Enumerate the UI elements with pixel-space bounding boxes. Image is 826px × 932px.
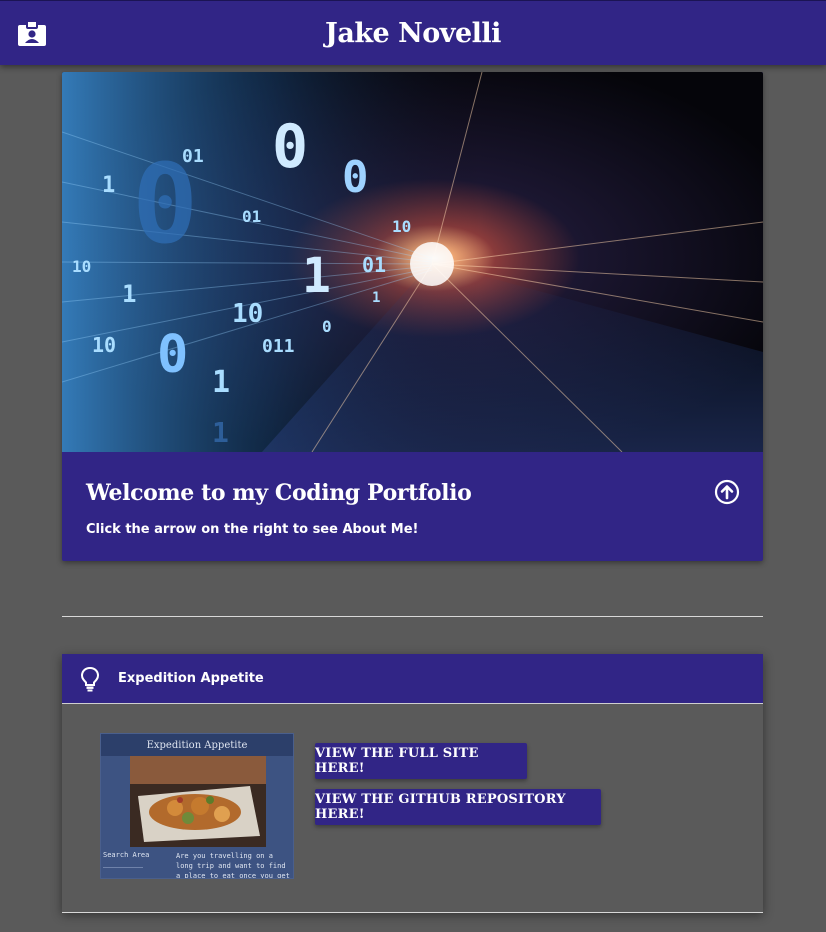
svg-text:1: 1 (212, 365, 230, 400)
svg-text:1: 1 (122, 280, 136, 308)
svg-text:1: 1 (372, 290, 380, 306)
hero-image: 0 0 0 1 0 1 1 1 10 01 01 10 10 011 0 10 … (62, 72, 763, 452)
svg-text:0: 0 (322, 317, 332, 336)
svg-text:0: 0 (342, 152, 369, 203)
lightbulb-icon (80, 666, 100, 691)
project-header[interactable]: Expedition Appetite (62, 654, 763, 704)
project-title: Expedition Appetite (118, 671, 264, 686)
project-thumbnail[interactable]: Expedition Appetite Search Area Are you … (100, 733, 294, 879)
svg-text:0: 0 (272, 112, 308, 182)
svg-text:01: 01 (182, 146, 204, 167)
svg-text:0: 0 (157, 325, 188, 385)
hero-card: 0 0 0 1 0 1 1 1 10 01 01 10 10 011 0 10 … (62, 72, 763, 561)
svg-text:011: 011 (262, 336, 295, 357)
hero-subtitle: Click the arrow on the right to see Abou… (86, 522, 419, 537)
hero-body: Welcome to my Coding Portfolio Click the… (62, 452, 763, 561)
app-header: Jake Novelli (0, 0, 826, 65)
svg-text:1: 1 (302, 248, 331, 304)
svg-text:01: 01 (242, 207, 261, 226)
thumbnail-title: Expedition Appetite (101, 734, 293, 756)
id-badge-icon[interactable] (16, 20, 48, 48)
svg-text:10: 10 (72, 257, 91, 276)
svg-text:1: 1 (212, 416, 229, 449)
view-site-button[interactable]: View the full site here! (315, 743, 527, 779)
page-title: Jake Novelli (325, 17, 501, 49)
project-card: Expedition Appetite Expedition Appetite … (62, 654, 763, 912)
food-photo (130, 756, 266, 847)
section-divider (62, 616, 763, 617)
svg-text:10: 10 (232, 299, 263, 329)
hero-title: Welcome to my Coding Portfolio (86, 480, 472, 506)
thumbnail-search: Search Area (103, 851, 149, 878)
svg-text:1: 1 (102, 173, 115, 198)
section-divider (62, 912, 763, 913)
svg-text:01: 01 (362, 253, 386, 277)
view-repo-button[interactable]: View the GitHub Repository here! (315, 789, 601, 825)
svg-text:10: 10 (392, 217, 411, 236)
arrow-circle-up-icon[interactable] (714, 479, 740, 505)
svg-text:10: 10 (92, 333, 116, 357)
thumbnail-description: Are you travelling on a long trip and wa… (176, 852, 290, 879)
